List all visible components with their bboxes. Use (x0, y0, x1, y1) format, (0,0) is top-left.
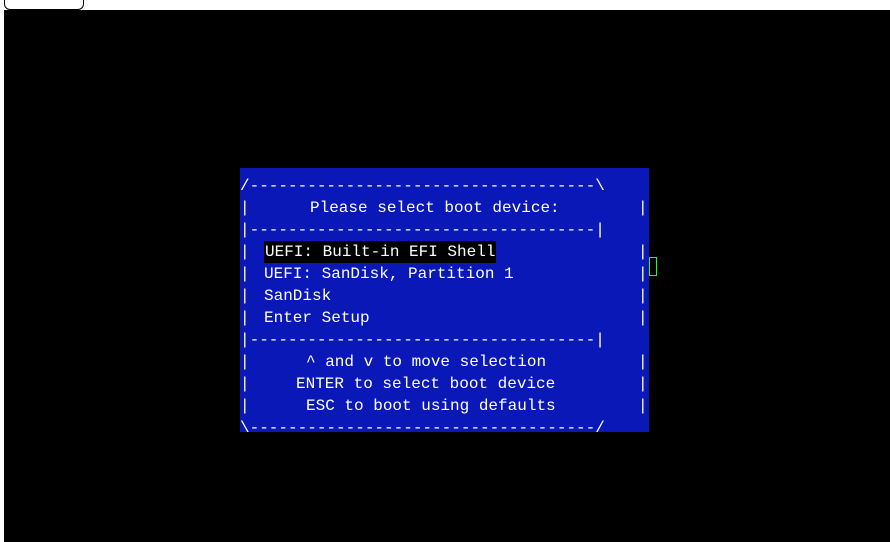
boot-option-uefi-sandisk-partition[interactable]: UEFI: SanDisk, Partition 1 (264, 263, 514, 285)
menu-left-border: | (240, 265, 250, 283)
menu-left-border: | (240, 309, 250, 327)
boot-option-uefi-efi-shell[interactable]: UEFI: Built-in EFI Shell (264, 241, 497, 263)
menu-right-border: | (638, 375, 648, 393)
menu-left-border: | (240, 353, 250, 371)
help-esc-defaults: ESC to boot using defaults (306, 397, 556, 415)
menu-title: Please select boot device: (310, 199, 560, 217)
menu-bottom-border: \------------------------------------/ (240, 419, 605, 437)
help-enter-select: ENTER to select boot device (296, 375, 556, 393)
text-cursor (649, 257, 657, 276)
menu-separator: |------------------------------------| (240, 221, 605, 239)
boot-option-enter-setup[interactable]: Enter Setup (264, 307, 370, 329)
menu-left-border: | (240, 287, 250, 305)
boot-device-menu: /------------------------------------\ |… (240, 168, 649, 437)
menu-left-border: | (240, 199, 250, 217)
menu-right-border: | (638, 397, 648, 415)
menu-right-border: | (638, 287, 648, 305)
menu-right-border: | (638, 309, 648, 327)
window-corner-tab (4, 0, 84, 10)
menu-right-border: | (638, 199, 648, 217)
help-move-selection: ^ and v to move selection (306, 353, 547, 371)
menu-separator: |------------------------------------| (240, 331, 605, 349)
menu-left-border: | (240, 243, 250, 261)
menu-right-border: | (638, 353, 648, 371)
menu-left-border: | (240, 397, 250, 415)
menu-top-border: /------------------------------------\ (240, 177, 605, 195)
menu-left-border: | (240, 375, 250, 393)
menu-right-border: | (638, 243, 648, 261)
boot-option-sandisk[interactable]: SanDisk (264, 285, 331, 307)
console-screen: /------------------------------------\ |… (4, 10, 890, 542)
menu-right-border: | (638, 265, 648, 283)
